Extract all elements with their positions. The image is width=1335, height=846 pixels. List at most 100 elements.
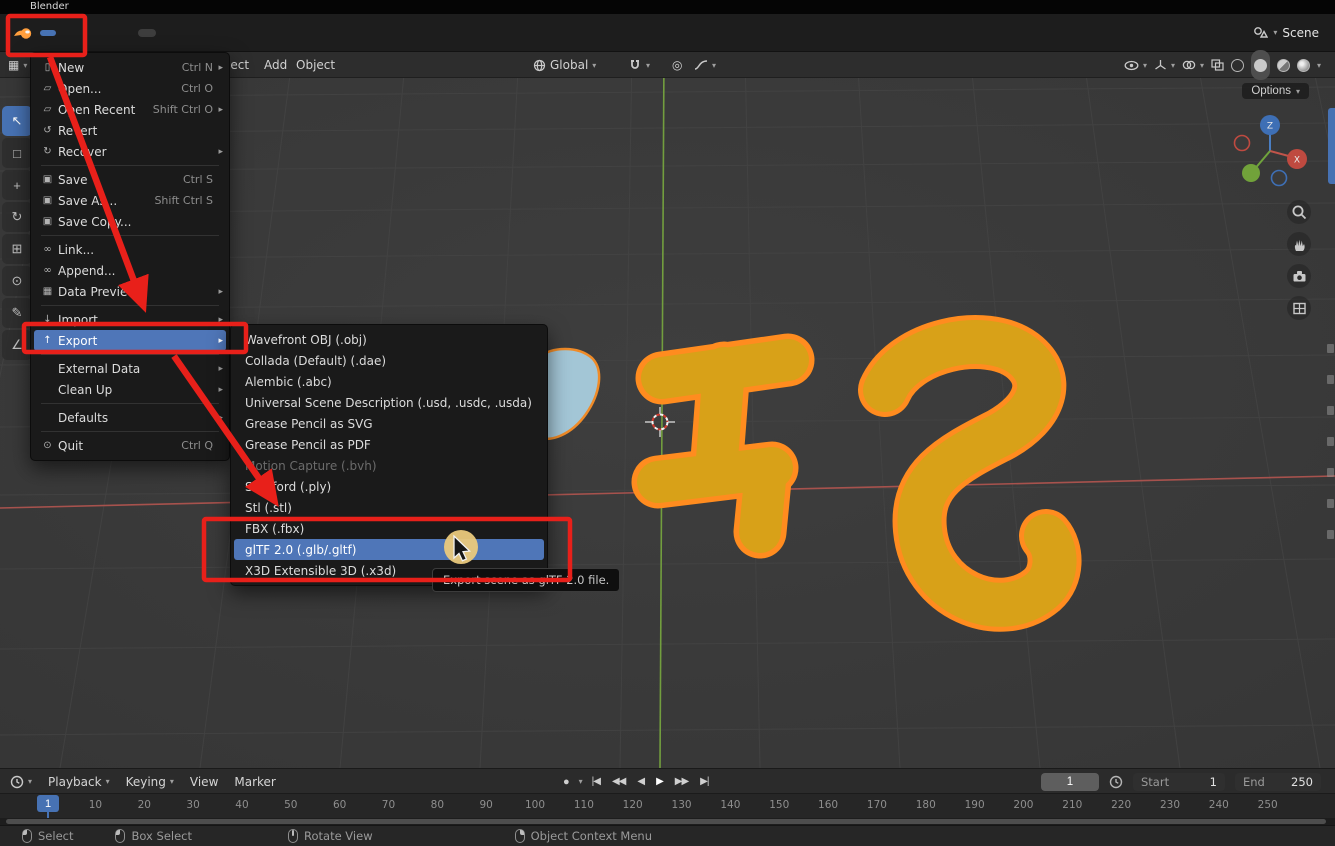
export-menu-item[interactable]: glTF 2.0 (.glb/.gltf)	[234, 539, 544, 560]
frame-start-field[interactable]: Start 1	[1133, 773, 1225, 791]
topbar-menu[interactable]	[88, 30, 104, 36]
play-reverse-button[interactable]: ◀	[634, 774, 647, 789]
workspace-tab[interactable]	[210, 29, 228, 37]
tool-transform-button[interactable]: ⊙	[2, 266, 32, 296]
xray-toggle[interactable]	[1211, 52, 1224, 78]
file-menu-item[interactable]: ∞ Link... ▸	[31, 239, 229, 260]
ruler-frame-label: 130	[657, 799, 706, 811]
file-menu-item[interactable]: External Data ▸	[31, 358, 229, 379]
ortho-toggle-button[interactable]	[1287, 296, 1311, 320]
workspace-tab[interactable]	[138, 29, 156, 37]
tool-scale-button[interactable]: ⊞	[2, 234, 32, 264]
file-menu-item[interactable]: ▦ Data Previews ▸	[31, 281, 229, 302]
camera-view-button[interactable]	[1287, 264, 1311, 288]
timeline-menu[interactable]: Marker	[234, 775, 275, 789]
topbar-menu[interactable]	[72, 30, 88, 36]
topbar-menu[interactable]	[104, 30, 120, 36]
jump-to-start-button[interactable]: |◀	[589, 774, 603, 789]
file-menu-item[interactable]: ∞ Append... ▸	[31, 260, 229, 281]
topbar-menu[interactable]	[56, 30, 72, 36]
workspace-tab[interactable]	[156, 29, 174, 37]
shading-rendered-button[interactable]	[1297, 52, 1310, 78]
file-menu-item[interactable]: ↺ Revert ▸	[31, 120, 229, 141]
file-menu-item[interactable]: ↓ Import ▸	[31, 309, 229, 330]
sidebar-tab[interactable]	[1328, 108, 1335, 184]
options-dropdown[interactable]: Options ▾	[1242, 83, 1309, 99]
shading-solid-button[interactable]	[1254, 52, 1267, 78]
prev-keyframe-button[interactable]: ◀◀	[609, 774, 628, 789]
timeline-menu[interactable]: Playback	[48, 775, 110, 789]
auto-key-button[interactable]: ●	[560, 774, 573, 790]
overlays-icon	[1182, 59, 1196, 71]
workspace-tab[interactable]	[318, 29, 336, 37]
scene-selector[interactable]: ▾ Scene	[1253, 26, 1319, 40]
export-menu-item[interactable]: Collada (Default) (.dae)	[231, 350, 547, 371]
file-menu-item[interactable]: Clean Up ▸	[31, 379, 229, 400]
snap-magnet-button[interactable]: ▾	[628, 52, 650, 78]
file-menu-item[interactable]: ⊙ Quit Ctrl Q ▸	[31, 435, 229, 456]
workspace-tab[interactable]	[336, 29, 354, 37]
timeline-scrollbar[interactable]	[6, 819, 1326, 824]
nav-gizmo[interactable]: Z X	[1231, 112, 1309, 190]
workspace-tab[interactable]	[264, 29, 282, 37]
export-menu-item[interactable]: FBX (.fbx)	[231, 518, 547, 539]
export-menu-item[interactable]: Universal Scene Description (.usd, .usdc…	[231, 392, 547, 413]
frame-end-field[interactable]: End 250	[1235, 773, 1321, 791]
gizmos-dropdown[interactable]: ▾	[1154, 52, 1175, 78]
tool-move-button[interactable]: +	[2, 170, 32, 200]
timeline-menu[interactable]: View	[190, 775, 218, 789]
topbar-menu[interactable]	[40, 30, 56, 36]
export-menu-item[interactable]: Alembic (.abc)	[231, 371, 547, 392]
tool-select-box-button[interactable]: ↖	[2, 106, 32, 136]
tool-rotate-button[interactable]: ↻	[2, 202, 32, 232]
file-menu-item[interactable]: ↑ Export ▸	[34, 330, 226, 351]
timeline-ruler[interactable]: 1020304050607080901001101201301401501601…	[0, 793, 1335, 818]
tool-measure-button[interactable]: ∠	[2, 330, 32, 360]
editor-type-icon[interactable]: ▦▾	[8, 52, 27, 78]
current-frame-field[interactable]: 1	[1041, 773, 1099, 791]
play-button[interactable]: ▶	[653, 774, 666, 789]
timeline-editor-icon[interactable]: ▾	[10, 775, 32, 789]
file-menu-item[interactable]: Defaults ▸	[31, 407, 229, 428]
file-menu-item[interactable]: ↻ Recover ▸	[31, 141, 229, 162]
menu-add[interactable]: Add	[264, 52, 287, 78]
menu-object[interactable]: Object	[296, 52, 335, 78]
export-menu-item[interactable]: Grease Pencil as SVG	[231, 413, 547, 434]
export-menu-item[interactable]: Wavefront OBJ (.obj)	[231, 329, 547, 350]
export-menu-item[interactable]: Grease Pencil as PDF	[231, 434, 547, 455]
file-menu-item[interactable]: ▣ Save Copy... ▸	[31, 211, 229, 232]
workspace-tab[interactable]	[174, 29, 192, 37]
workspace-tab[interactable]	[192, 29, 210, 37]
falloff-dropdown[interactable]: ▾	[694, 52, 716, 78]
overlays-dropdown[interactable]: ▾	[1182, 52, 1204, 78]
export-menu-item[interactable]: Motion Capture (.bvh)	[231, 455, 547, 476]
shading-material-button[interactable]	[1277, 52, 1290, 78]
next-keyframe-button[interactable]: ▶▶	[672, 774, 691, 789]
zoom-button[interactable]	[1287, 200, 1311, 224]
shading-wireframe-button[interactable]	[1231, 52, 1244, 78]
file-menu-item[interactable]: ▣ Save Ctrl S ▸	[31, 169, 229, 190]
submenu-arrow-icon: ▸	[213, 385, 223, 395]
orientation-dropdown[interactable]: Global ▾	[533, 52, 596, 78]
submenu-arrow-icon: ▸	[213, 315, 223, 325]
file-menu-item[interactable]: ▯ New Ctrl N ▸	[31, 57, 229, 78]
file-menu-item[interactable]: ▣ Save As... Shift Ctrl S ▸	[31, 190, 229, 211]
timeline-menu[interactable]: Keying	[126, 775, 174, 789]
workspace-tab[interactable]	[246, 29, 264, 37]
file-menu-item[interactable]: ▱ Open... Ctrl O ▸	[31, 78, 229, 99]
tool-annotate-button[interactable]: ✎	[2, 298, 32, 328]
playhead[interactable]: 1	[37, 795, 59, 812]
workspace-tab[interactable]	[300, 29, 318, 37]
workspace-tab[interactable]	[282, 29, 300, 37]
jump-to-end-button[interactable]: ▶|	[697, 774, 711, 789]
visibility-dropdown[interactable]: ▾	[1124, 52, 1147, 78]
export-menu-item[interactable]: Stl (.stl)	[231, 497, 547, 518]
mouse-button-icon	[22, 829, 32, 843]
clock-icon	[10, 775, 24, 789]
file-menu-item[interactable]: ▱ Open Recent Shift Ctrl O ▸	[31, 99, 229, 120]
workspace-tab[interactable]	[228, 29, 246, 37]
proportional-editing-button[interactable]: ◎	[672, 52, 682, 78]
export-menu-item[interactable]: Stanford (.ply)	[231, 476, 547, 497]
tool-cursor-button[interactable]: □	[2, 138, 32, 168]
pan-button[interactable]	[1287, 232, 1311, 256]
